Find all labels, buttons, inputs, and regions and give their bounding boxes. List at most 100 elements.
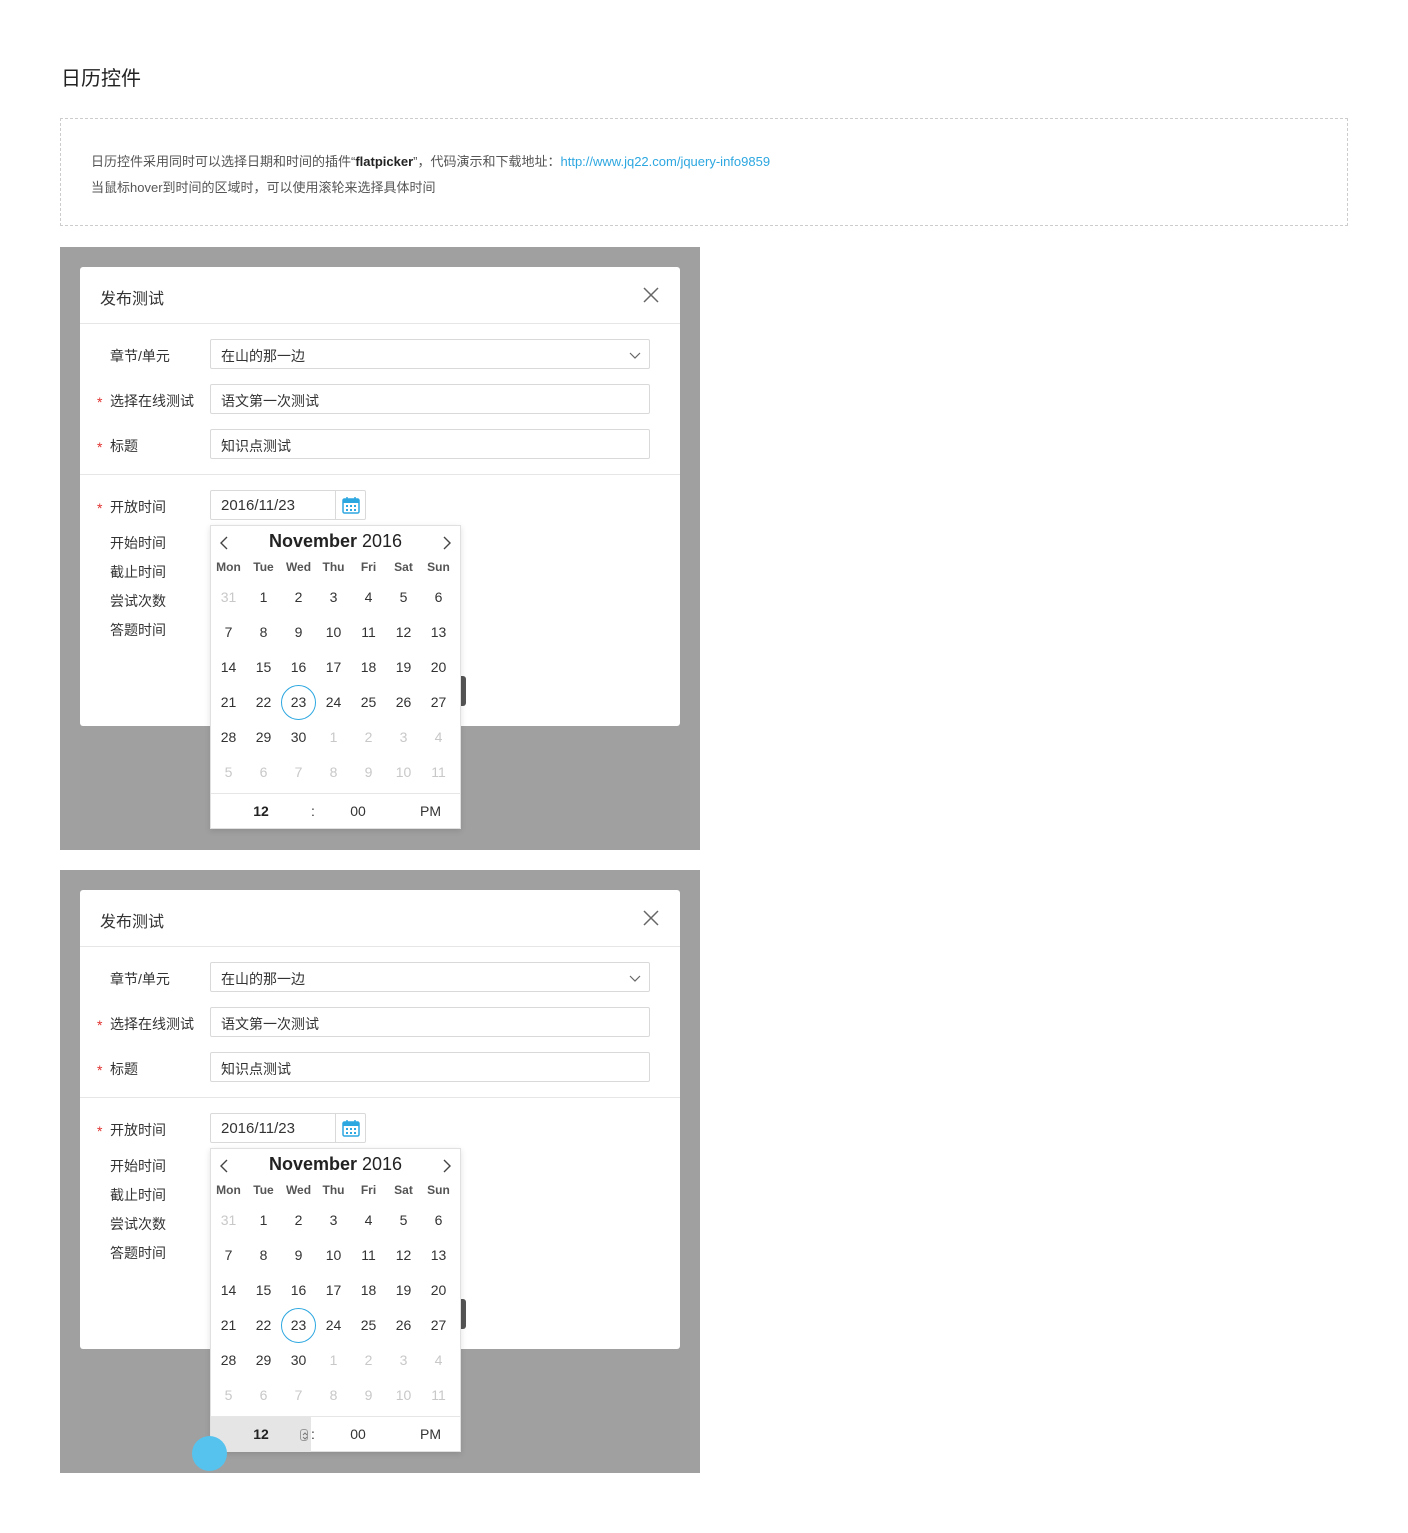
test-input[interactable]: 语文第一次测试 [210, 384, 650, 414]
calendar-day[interactable]: 1 [316, 1343, 351, 1378]
calendar-day[interactable]: 5 [211, 1378, 246, 1413]
hour-spinner-icon[interactable] [300, 1429, 308, 1441]
calendar-day[interactable]: 18 [351, 1273, 386, 1308]
calendar-day[interactable]: 31 [211, 580, 246, 615]
calendar-day[interactable]: 3 [386, 1343, 421, 1378]
minute-input[interactable]: 00 [315, 1417, 401, 1452]
calendar-day[interactable]: 27 [421, 1308, 456, 1343]
calendar-day[interactable]: 30 [281, 720, 316, 755]
close-icon[interactable] [642, 909, 660, 927]
ampm-toggle[interactable]: PM [401, 794, 460, 829]
calendar-day[interactable]: 26 [386, 685, 421, 720]
calendar-day[interactable]: 18 [351, 650, 386, 685]
calendar-day[interactable]: 16 [281, 1273, 316, 1308]
date-input[interactable]: 2016/11/23 [210, 490, 366, 520]
calendar-button[interactable] [335, 491, 365, 519]
calendar-day[interactable]: 14 [211, 1273, 246, 1308]
calendar-day[interactable]: 19 [386, 650, 421, 685]
calendar-day[interactable]: 23 [281, 1308, 316, 1343]
title-input[interactable]: 知识点测试 [210, 429, 650, 459]
calendar-day[interactable]: 10 [386, 1378, 421, 1413]
chevron-right-icon[interactable] [440, 535, 454, 551]
calendar-day[interactable]: 8 [246, 615, 281, 650]
calendar-day[interactable]: 6 [246, 755, 281, 790]
calendar-day[interactable]: 22 [246, 1308, 281, 1343]
calendar-day[interactable]: 9 [351, 1378, 386, 1413]
date-input[interactable]: 2016/11/23 [210, 1113, 366, 1143]
chapter-select[interactable]: 在山的那一边 [210, 962, 650, 992]
calendar-day[interactable]: 6 [246, 1378, 281, 1413]
calendar-day[interactable]: 1 [246, 580, 281, 615]
calendar-day[interactable]: 20 [421, 1273, 456, 1308]
calendar-day[interactable]: 23 [281, 685, 316, 720]
calendar-day[interactable]: 4 [421, 720, 456, 755]
calendar-day[interactable]: 4 [351, 580, 386, 615]
calendar-day[interactable]: 13 [421, 615, 456, 650]
chevron-right-icon[interactable] [440, 1158, 454, 1174]
calendar-day[interactable]: 5 [386, 1203, 421, 1238]
calendar-day[interactable]: 8 [316, 755, 351, 790]
calendar-day[interactable]: 7 [211, 615, 246, 650]
calendar-day[interactable]: 13 [421, 1238, 456, 1273]
calendar-day[interactable]: 11 [421, 1378, 456, 1413]
calendar-day[interactable]: 24 [316, 685, 351, 720]
calendar-day[interactable]: 21 [211, 685, 246, 720]
calendar-day[interactable]: 4 [421, 1343, 456, 1378]
calendar-day[interactable]: 9 [351, 755, 386, 790]
calendar-day[interactable]: 17 [316, 650, 351, 685]
calendar-day[interactable]: 8 [246, 1238, 281, 1273]
calendar-day[interactable]: 27 [421, 685, 456, 720]
calendar-day[interactable]: 22 [246, 685, 281, 720]
calendar-day[interactable]: 3 [316, 1203, 351, 1238]
calendar-day[interactable]: 10 [316, 1238, 351, 1273]
calendar-day[interactable]: 12 [386, 1238, 421, 1273]
calendar-day[interactable]: 2 [351, 720, 386, 755]
close-icon[interactable] [642, 286, 660, 304]
calendar-day[interactable]: 7 [281, 1378, 316, 1413]
calendar-day[interactable]: 31 [211, 1203, 246, 1238]
minute-input[interactable]: 00 [315, 794, 401, 829]
calendar-day[interactable]: 11 [421, 755, 456, 790]
calendar-day[interactable]: 2 [351, 1343, 386, 1378]
calendar-day[interactable]: 1 [316, 720, 351, 755]
calendar-day[interactable]: 6 [421, 580, 456, 615]
calendar-day[interactable]: 28 [211, 720, 246, 755]
calendar-day[interactable]: 4 [351, 1203, 386, 1238]
calendar-day[interactable]: 30 [281, 1343, 316, 1378]
calendar-day[interactable]: 15 [246, 650, 281, 685]
calendar-day[interactable]: 20 [421, 650, 456, 685]
calendar-day[interactable]: 7 [211, 1238, 246, 1273]
calendar-day[interactable]: 9 [281, 1238, 316, 1273]
calendar-day[interactable]: 2 [281, 580, 316, 615]
calendar-day[interactable]: 29 [246, 720, 281, 755]
calendar-day[interactable]: 11 [351, 615, 386, 650]
calendar-day[interactable]: 24 [316, 1308, 351, 1343]
calendar-day[interactable]: 25 [351, 685, 386, 720]
calendar-day[interactable]: 11 [351, 1238, 386, 1273]
calendar-day[interactable]: 26 [386, 1308, 421, 1343]
title-input[interactable]: 知识点测试 [210, 1052, 650, 1082]
test-input[interactable]: 语文第一次测试 [210, 1007, 650, 1037]
calendar-day[interactable]: 15 [246, 1273, 281, 1308]
hour-input[interactable]: 12 [211, 794, 311, 829]
calendar-day[interactable]: 5 [211, 755, 246, 790]
calendar-day[interactable]: 10 [316, 615, 351, 650]
calendar-day[interactable]: 2 [281, 1203, 316, 1238]
calendar-day[interactable]: 16 [281, 650, 316, 685]
calendar-day[interactable]: 8 [316, 1378, 351, 1413]
calendar-day[interactable]: 19 [386, 1273, 421, 1308]
calendar-day[interactable]: 5 [386, 580, 421, 615]
calendar-day[interactable]: 17 [316, 1273, 351, 1308]
calendar-day[interactable]: 7 [281, 755, 316, 790]
calendar-day[interactable]: 10 [386, 755, 421, 790]
ampm-toggle[interactable]: PM [401, 1417, 460, 1452]
chapter-select[interactable]: 在山的那一边 [210, 339, 650, 369]
calendar-day[interactable]: 12 [386, 615, 421, 650]
calendar-day[interactable]: 29 [246, 1343, 281, 1378]
calendar-day[interactable]: 9 [281, 615, 316, 650]
calendar-day[interactable]: 3 [316, 580, 351, 615]
calendar-day[interactable]: 1 [246, 1203, 281, 1238]
calendar-day[interactable]: 21 [211, 1308, 246, 1343]
calendar-day[interactable]: 3 [386, 720, 421, 755]
calendar-day[interactable]: 28 [211, 1343, 246, 1378]
